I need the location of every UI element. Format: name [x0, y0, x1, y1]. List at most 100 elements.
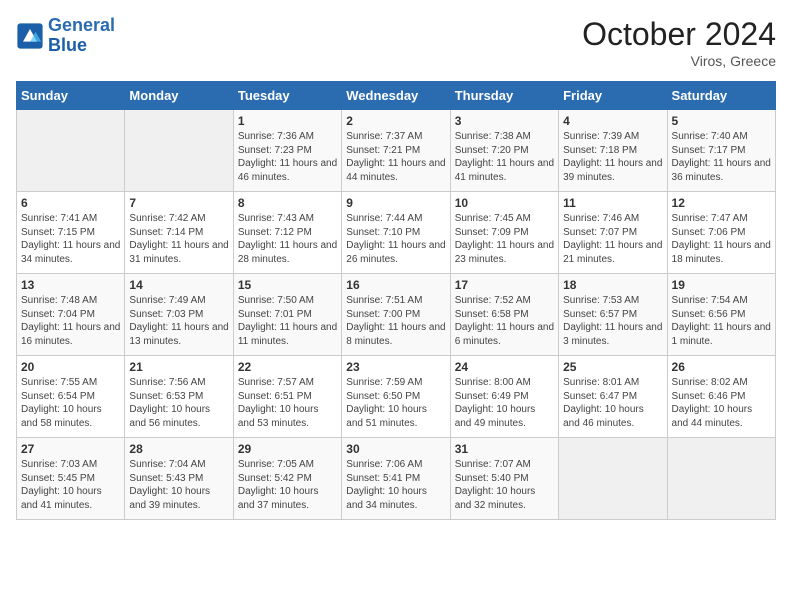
day-cell: 5 Sunrise: 7:40 AMSunset: 7:17 PMDaylight…: [667, 110, 775, 192]
day-number: 24: [455, 360, 554, 374]
calendar-body: 1Sunrise: 7:36 AMSunset: 7:23 PMDaylight…: [17, 110, 776, 520]
day-cell: 3Sunrise: 7:38 AMSunset: 7:20 PMDaylight…: [450, 110, 558, 192]
page-header: General Blue October 2024 Viros, Greece: [16, 16, 776, 69]
day-info: Sunrise: 7:55 AMSunset: 6:54 PMDaylight:…: [21, 376, 120, 430]
day-info: Sunrise: 7:53 AMSunset: 6:57 PMDaylight:…: [563, 294, 662, 348]
day-info: Sunrise: 7:49 AMSunset: 7:03 PMDaylight:…: [129, 294, 228, 348]
calendar-table: SundayMondayTuesdayWednesdayThursdayFrid…: [16, 81, 776, 520]
day-cell: [667, 438, 775, 520]
day-cell: 15Sunrise: 7:50 AMSunset: 7:01 PMDayligh…: [233, 274, 341, 356]
day-cell: 6 Sunrise: 7:41 AMSunset: 7:15 PMDaylight…: [17, 192, 125, 274]
day-cell: 10Sunrise: 7:45 AMSunset: 7:09 PMDayligh…: [450, 192, 558, 274]
day-cell: 7 Sunrise: 7:42 AMSunset: 7:14 PMDaylight…: [125, 192, 233, 274]
day-cell: 13 Sunrise: 7:48 AMSunset: 7:04 PMDayligh…: [17, 274, 125, 356]
logo-icon: [16, 22, 44, 50]
day-number: 26: [672, 360, 771, 374]
week-row-1: 6 Sunrise: 7:41 AMSunset: 7:15 PMDaylight…: [17, 192, 776, 274]
day-info: Sunrise: 7:39 AMSunset: 7:18 PMDaylight:…: [563, 130, 662, 184]
day-cell: 17 Sunrise: 7:52 AMSunset: 6:58 PMDayligh…: [450, 274, 558, 356]
day-info: Sunrise: 7:40 AMSunset: 7:17 PMDaylight:…: [672, 130, 771, 184]
day-cell: 16Sunrise: 7:51 AMSunset: 7:00 PMDayligh…: [342, 274, 450, 356]
day-number: 14: [129, 278, 228, 292]
day-cell: [125, 110, 233, 192]
day-cell: 23Sunrise: 7:59 AMSunset: 6:50 PMDayligh…: [342, 356, 450, 438]
day-info: Sunrise: 7:05 AMSunset: 5:42 PMDaylight:…: [238, 458, 337, 512]
day-info: Sunrise: 7:38 AMSunset: 7:20 PMDaylight:…: [455, 130, 554, 184]
day-cell: 29Sunrise: 7:05 AMSunset: 5:42 PMDayligh…: [233, 438, 341, 520]
day-info: Sunrise: 7:50 AMSunset: 7:01 PMDaylight:…: [238, 294, 337, 348]
location: Viros, Greece: [582, 53, 776, 69]
day-cell: 30 Sunrise: 7:06 AMSunset: 5:41 PMDayligh…: [342, 438, 450, 520]
day-cell: 14 Sunrise: 7:49 AMSunset: 7:03 PMDayligh…: [125, 274, 233, 356]
day-info: Sunrise: 7:06 AMSunset: 5:41 PMDaylight:…: [346, 458, 445, 512]
day-cell: 24 Sunrise: 8:00 AMSunset: 6:49 PMDayligh…: [450, 356, 558, 438]
day-cell: 25Sunrise: 8:01 AMSunset: 6:47 PMDayligh…: [559, 356, 667, 438]
day-info: Sunrise: 7:07 AMSunset: 5:40 PMDaylight:…: [455, 458, 554, 512]
header-cell-saturday: Saturday: [667, 82, 775, 110]
day-cell: [559, 438, 667, 520]
header-cell-monday: Monday: [125, 82, 233, 110]
day-number: 6: [21, 196, 120, 210]
day-info: Sunrise: 7:42 AMSunset: 7:14 PMDaylight:…: [129, 212, 228, 266]
day-number: 12: [672, 196, 771, 210]
title-block: October 2024 Viros, Greece: [582, 16, 776, 69]
day-number: 2: [346, 114, 445, 128]
day-number: 9: [346, 196, 445, 210]
day-number: 22: [238, 360, 337, 374]
day-info: Sunrise: 8:02 AMSunset: 6:46 PMDaylight:…: [672, 376, 771, 430]
day-info: Sunrise: 7:54 AMSunset: 6:56 PMDaylight:…: [672, 294, 771, 348]
day-number: 19: [672, 278, 771, 292]
day-info: Sunrise: 7:48 AMSunset: 7:04 PMDaylight:…: [21, 294, 120, 348]
logo-text: General Blue: [48, 16, 115, 56]
logo-blue: Blue: [48, 35, 87, 55]
logo-general: General: [48, 15, 115, 35]
day-info: Sunrise: 7:04 AMSunset: 5:43 PMDaylight:…: [129, 458, 228, 512]
day-cell: [17, 110, 125, 192]
day-cell: 19 Sunrise: 7:54 AMSunset: 6:56 PMDayligh…: [667, 274, 775, 356]
day-number: 30: [346, 442, 445, 456]
day-cell: 12 Sunrise: 7:47 AMSunset: 7:06 PMDayligh…: [667, 192, 775, 274]
header-row: SundayMondayTuesdayWednesdayThursdayFrid…: [17, 82, 776, 110]
day-number: 21: [129, 360, 228, 374]
day-info: Sunrise: 7:51 AMSunset: 7:00 PMDaylight:…: [346, 294, 445, 348]
day-info: Sunrise: 7:03 AMSunset: 5:45 PMDaylight:…: [21, 458, 120, 512]
header-cell-sunday: Sunday: [17, 82, 125, 110]
day-number: 7: [129, 196, 228, 210]
day-number: 5: [672, 114, 771, 128]
day-number: 8: [238, 196, 337, 210]
day-info: Sunrise: 8:00 AMSunset: 6:49 PMDaylight:…: [455, 376, 554, 430]
day-cell: 1Sunrise: 7:36 AMSunset: 7:23 PMDaylight…: [233, 110, 341, 192]
day-cell: 28 Sunrise: 7:04 AMSunset: 5:43 PMDayligh…: [125, 438, 233, 520]
week-row-4: 27 Sunrise: 7:03 AMSunset: 5:45 PMDayligh…: [17, 438, 776, 520]
day-info: Sunrise: 7:36 AMSunset: 7:23 PMDaylight:…: [238, 130, 337, 184]
day-cell: 18 Sunrise: 7:53 AMSunset: 6:57 PMDayligh…: [559, 274, 667, 356]
day-number: 13: [21, 278, 120, 292]
day-cell: 27 Sunrise: 7:03 AMSunset: 5:45 PMDayligh…: [17, 438, 125, 520]
day-info: Sunrise: 7:44 AMSunset: 7:10 PMDaylight:…: [346, 212, 445, 266]
day-cell: 4 Sunrise: 7:39 AMSunset: 7:18 PMDaylight…: [559, 110, 667, 192]
day-number: 31: [455, 442, 554, 456]
header-cell-thursday: Thursday: [450, 82, 558, 110]
day-cell: 9 Sunrise: 7:44 AMSunset: 7:10 PMDaylight…: [342, 192, 450, 274]
day-info: Sunrise: 7:52 AMSunset: 6:58 PMDaylight:…: [455, 294, 554, 348]
header-cell-tuesday: Tuesday: [233, 82, 341, 110]
calendar-header: SundayMondayTuesdayWednesdayThursdayFrid…: [17, 82, 776, 110]
day-number: 11: [563, 196, 662, 210]
day-number: 17: [455, 278, 554, 292]
day-cell: 26 Sunrise: 8:02 AMSunset: 6:46 PMDayligh…: [667, 356, 775, 438]
day-number: 4: [563, 114, 662, 128]
day-info: Sunrise: 7:56 AMSunset: 6:53 PMDaylight:…: [129, 376, 228, 430]
day-number: 28: [129, 442, 228, 456]
day-number: 18: [563, 278, 662, 292]
day-cell: 11Sunrise: 7:46 AMSunset: 7:07 PMDayligh…: [559, 192, 667, 274]
day-info: Sunrise: 7:47 AMSunset: 7:06 PMDaylight:…: [672, 212, 771, 266]
day-cell: 2Sunrise: 7:37 AMSunset: 7:21 PMDaylight…: [342, 110, 450, 192]
day-number: 27: [21, 442, 120, 456]
month-title: October 2024: [582, 16, 776, 53]
day-info: Sunrise: 7:59 AMSunset: 6:50 PMDaylight:…: [346, 376, 445, 430]
week-row-0: 1Sunrise: 7:36 AMSunset: 7:23 PMDaylight…: [17, 110, 776, 192]
day-info: Sunrise: 7:41 AMSunset: 7:15 PMDaylight:…: [21, 212, 120, 266]
day-info: Sunrise: 7:43 AMSunset: 7:12 PMDaylight:…: [238, 212, 337, 266]
day-cell: 20Sunrise: 7:55 AMSunset: 6:54 PMDayligh…: [17, 356, 125, 438]
day-cell: 31 Sunrise: 7:07 AMSunset: 5:40 PMDayligh…: [450, 438, 558, 520]
